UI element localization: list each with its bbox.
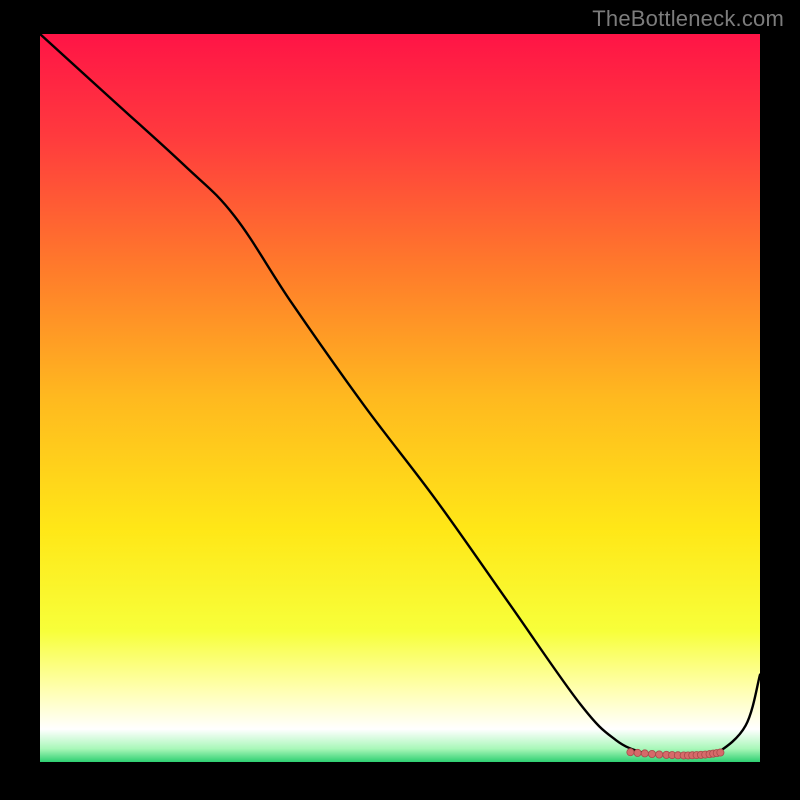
gradient-background	[40, 34, 760, 762]
data-dot	[648, 750, 655, 757]
data-dot	[634, 749, 641, 756]
chart-area	[40, 34, 760, 762]
data-dot	[656, 751, 663, 758]
data-dot	[717, 749, 724, 756]
watermark-text: TheBottleneck.com	[592, 6, 784, 32]
data-dot	[627, 749, 634, 756]
data-dot	[641, 750, 648, 757]
chart-svg	[40, 34, 760, 762]
